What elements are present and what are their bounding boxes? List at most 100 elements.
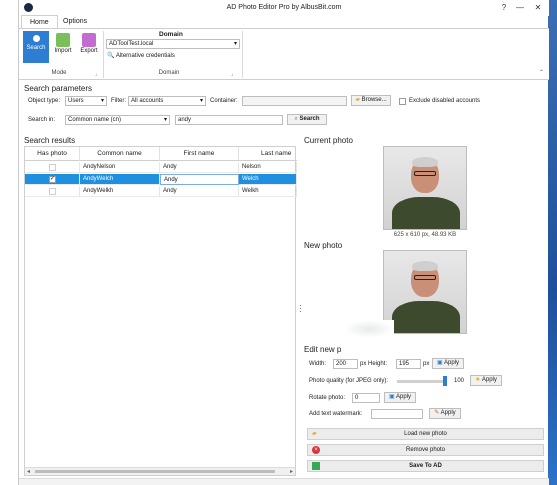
- window-title: AD Photo Editor Pro by AlbusBit.com: [226, 4, 342, 11]
- has-photo-checkbox[interactable]: [49, 188, 56, 195]
- save-to-ad-button[interactable]: Save To AD: [307, 460, 544, 472]
- common-name-cell: AndyWelch: [80, 174, 160, 185]
- container-label: Container:: [210, 98, 238, 104]
- table-row[interactable]: AndyNelson Andy Nelson: [25, 162, 297, 173]
- person-glasses: [414, 275, 436, 280]
- close-button[interactable]: ✕: [531, 2, 545, 14]
- export-button[interactable]: Export: [76, 31, 102, 63]
- import-button[interactable]: Import: [50, 31, 76, 63]
- dialog-launcher-icon[interactable]: ⌟: [95, 71, 97, 77]
- ribbon-separator: [242, 31, 243, 78]
- has-photo-cell: [25, 162, 80, 173]
- scroll-right-icon[interactable]: ▸: [290, 468, 293, 475]
- filter-label: Filter:: [111, 98, 126, 104]
- current-photo-heading: Current photo: [304, 136, 353, 145]
- has-photo-checkbox[interactable]: ✓: [49, 176, 56, 183]
- alternative-credentials-link[interactable]: 🔍 Alternative credentials: [107, 52, 175, 59]
- chevron-down-icon: ▾: [233, 41, 237, 47]
- splitter-handle[interactable]: · · ·: [299, 302, 302, 316]
- results-grid: Has photo Common name First name Last na…: [24, 146, 297, 476]
- column-header-has-photo[interactable]: Has photo: [25, 147, 80, 161]
- apply-size-button[interactable]: ▣ Apply: [432, 358, 464, 369]
- search-results-heading: Search results: [24, 136, 76, 145]
- scrollbar-thumb[interactable]: [35, 470, 275, 473]
- quality-slider[interactable]: [397, 380, 447, 383]
- exclude-disabled-checkbox[interactable]: [399, 98, 406, 105]
- quality-label: Photo quality (for JPEG only):: [309, 378, 389, 384]
- search-in-select[interactable]: Common name (cn) ▾: [65, 115, 170, 125]
- chevron-down-icon: ▾: [163, 117, 167, 123]
- star-icon: ★: [475, 377, 481, 383]
- quality-slider-thumb[interactable]: [443, 376, 447, 386]
- tab-home[interactable]: Home: [21, 15, 58, 29]
- common-name-cell: AndyWelkh: [80, 186, 160, 197]
- filter-select[interactable]: All accounts ▾: [128, 96, 206, 106]
- search-button[interactable]: ⌕ Search: [287, 114, 327, 125]
- watermark-label: Add text watermark:: [309, 411, 363, 417]
- column-header-first-name[interactable]: First name: [160, 147, 239, 161]
- exclude-disabled-label: Exclude disabled accounts: [409, 98, 481, 104]
- remove-photo-button[interactable]: × Remove photo: [307, 444, 544, 456]
- apply-rotate-button[interactable]: ▣ Apply: [384, 392, 416, 403]
- table-row[interactable]: ✓ AndyWelch Andy Welch: [25, 174, 297, 185]
- help-button[interactable]: ?: [497, 2, 511, 14]
- domain-select[interactable]: ADToolTest.local ▾: [106, 39, 240, 49]
- domain-launcher-icon[interactable]: ⌟: [231, 71, 233, 77]
- has-photo-cell: [25, 186, 80, 197]
- width-unit: px: [360, 361, 367, 367]
- desktop-background: [548, 0, 557, 485]
- container-input[interactable]: [242, 96, 347, 106]
- last-name-cell: Welkh: [239, 186, 297, 197]
- person-body: [392, 197, 460, 229]
- height-label: Height:: [368, 361, 388, 367]
- search-icon: [30, 33, 42, 44]
- new-photo-heading: New photo: [304, 241, 343, 250]
- browse-button[interactable]: ▰ Browse...: [351, 95, 391, 106]
- height-input[interactable]: 195: [396, 359, 421, 369]
- column-header-common-name[interactable]: Common name: [80, 147, 160, 161]
- app-window: AD Photo Editor Pro by AlbusBit.com ? — …: [18, 0, 549, 485]
- object-type-label: Object type:: [28, 98, 61, 104]
- current-photo-info: 625 x 610 px, 48.93 KB: [393, 232, 457, 238]
- export-icon: [82, 33, 96, 47]
- rotate-input[interactable]: 0: [352, 393, 380, 403]
- remove-icon: ×: [312, 446, 320, 454]
- common-name-cell: AndyNelson: [80, 162, 160, 173]
- watermark-input[interactable]: [371, 409, 423, 419]
- first-name-cell[interactable]: Andy: [160, 174, 239, 185]
- width-input[interactable]: 200: [333, 359, 358, 369]
- height-unit: px: [423, 361, 430, 367]
- minimize-button[interactable]: —: [513, 2, 527, 14]
- domain-group-title: Domain: [159, 31, 183, 38]
- load-new-photo-button[interactable]: ▰ Load new photo: [307, 428, 544, 440]
- horizontal-scrollbar[interactable]: ◂ ▸: [25, 467, 295, 475]
- chevron-down-icon: ▾: [199, 98, 203, 104]
- ribbon-separator: [103, 31, 104, 78]
- search-parameters-heading: Search parameters: [24, 84, 93, 93]
- scroll-left-icon[interactable]: ◂: [27, 468, 30, 475]
- has-photo-cell: ✓: [25, 174, 80, 185]
- search-mode-button[interactable]: Search: [23, 31, 49, 63]
- rotate-label: Rotate photo:: [309, 395, 346, 401]
- save-icon: [312, 462, 320, 470]
- table-row[interactable]: AndyWelkh Andy Welkh: [25, 186, 297, 197]
- apply-watermark-button[interactable]: ✎ Apply: [429, 408, 461, 419]
- key-icon: 🔍: [107, 53, 115, 59]
- search-query-input[interactable]: andy: [175, 115, 283, 125]
- last-name-cell: Nelson: [239, 162, 297, 173]
- current-photo: [383, 146, 467, 230]
- object-type-select[interactable]: Users ▾: [65, 96, 107, 106]
- apply-quality-button[interactable]: ★ Apply: [470, 375, 502, 386]
- tab-options[interactable]: Options: [55, 15, 95, 29]
- resize-icon: ▣: [436, 360, 443, 366]
- pen-icon: ✎: [434, 410, 440, 416]
- last-name-cell: Welch: [239, 174, 297, 185]
- new-photo: [383, 250, 467, 334]
- person-glasses: [414, 171, 436, 176]
- domain-group-label: Domain: [158, 70, 180, 76]
- collapse-ribbon-icon[interactable]: ⌃: [539, 69, 544, 76]
- person-hair: [412, 261, 438, 271]
- magnifier-icon: ⌕: [294, 116, 298, 122]
- column-header-last-name[interactable]: Last name: [239, 147, 297, 161]
- has-photo-checkbox[interactable]: [49, 164, 56, 171]
